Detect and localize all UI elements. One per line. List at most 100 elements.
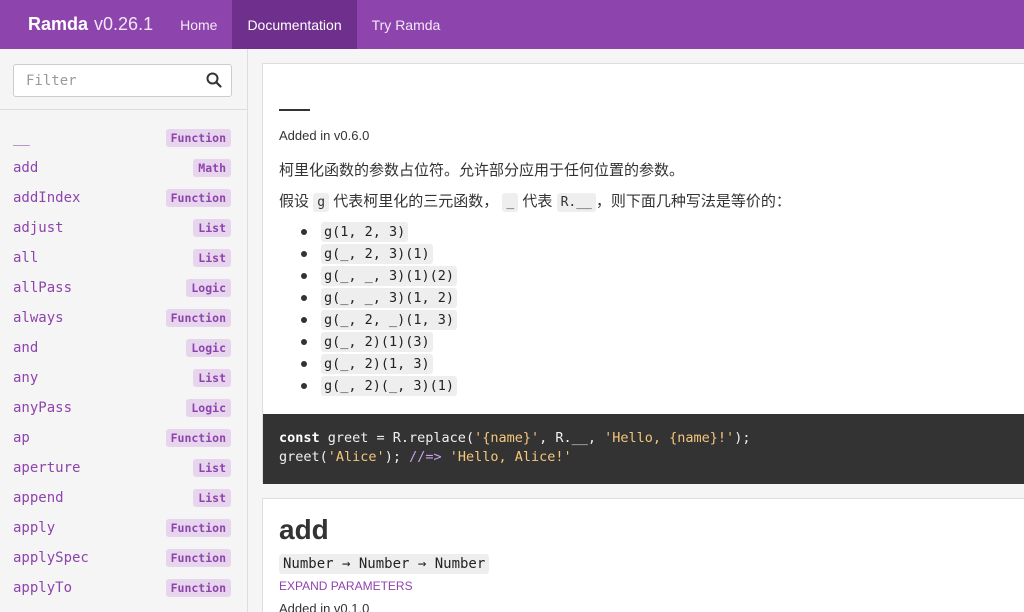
sidebar-item-name: adjust (13, 220, 64, 236)
brand-link[interactable]: Ramda v0.26.1 (0, 0, 165, 49)
sidebar-item-name: ap (13, 430, 30, 446)
bullet-icon (301, 251, 307, 257)
code-example: const greet = R.replace('{name}', R.__, … (263, 414, 1024, 484)
sidebar-divider (0, 109, 247, 110)
sidebar-item-name: apply (13, 520, 56, 536)
example-item: g(_, _, 3)(1)(2) (301, 265, 1024, 287)
nav-documentation-link[interactable]: Documentation (232, 0, 357, 49)
example-code: g(1, 2, 3) (321, 222, 409, 242)
bullet-icon (301, 339, 307, 345)
code-underscore: _ (502, 193, 519, 212)
bullet-icon (301, 273, 307, 279)
top-navbar: Ramda v0.26.1 Home Documentation Try Ram… (0, 0, 1024, 49)
example-code: g(_, _, 3)(1)(2) (321, 266, 458, 286)
sidebar-item-name: add (13, 160, 39, 176)
example-item: g(_, _, 3)(1, 2) (301, 287, 1024, 309)
example-code: g(_, 2)(1, 3) (321, 354, 433, 374)
category-badge: Function (165, 579, 231, 597)
sidebar-item-apply[interactable]: apply Function (0, 513, 247, 543)
sidebar-item-name: allPass (13, 280, 73, 296)
sidebar-item-all[interactable]: all List (0, 243, 247, 273)
example-code: g(_, 2, _)(1, 3) (321, 310, 458, 330)
type-signature: Number → Number → Number (279, 554, 490, 574)
code-placeholder: R.__ (556, 193, 596, 212)
entry-placeholder-card: Added in v0.6.0 柯里化函数的参数占位符。允许部分应用于任何位置的… (262, 63, 1024, 484)
sidebar-item-always[interactable]: always Function (0, 303, 247, 333)
sidebar-item-name: all (13, 250, 39, 266)
nav-try-ramda-link[interactable]: Try Ramda (357, 0, 456, 49)
example-item: g(_, 2)(1)(3) (301, 331, 1024, 353)
entry-title: add (279, 514, 329, 545)
brand-version: v0.26.1 (94, 14, 154, 34)
entry-description-equivalence: 假设 g 代表柯里化的三元函数， _ 代表 R.__ ，则下面几种写法是等价的： (279, 193, 791, 212)
category-badge: List (193, 249, 231, 267)
bullet-icon (301, 295, 307, 301)
expand-parameters-link[interactable]: EXPAND PARAMETERS (279, 579, 1024, 593)
category-badge: List (193, 369, 231, 387)
sidebar-item-adjust[interactable]: adjust List (0, 213, 247, 243)
example-code: g(_, 2)(1)(3) (321, 332, 433, 352)
category-badge: Function (165, 189, 231, 207)
category-badge: List (193, 489, 231, 507)
sidebar-item-name: append (13, 490, 64, 506)
entry-title-placeholder (279, 109, 310, 111)
sidebar-item-name: addIndex (13, 190, 81, 206)
example-item: g(_, 2, _)(1, 3) (301, 309, 1024, 331)
added-version: Added in v0.6.0 (279, 128, 370, 143)
example-item: g(_, 2)(_, 3)(1) (301, 375, 1024, 397)
sidebar-item-name: aperture (13, 460, 81, 476)
main-content: Added in v0.6.0 柯里化函数的参数占位符。允许部分应用于任何位置的… (248, 49, 1024, 612)
sidebar-item-name: any (13, 370, 39, 386)
entry-add-card: add Number → Number → Number EXPAND PARA… (262, 498, 1024, 612)
category-badge: Function (165, 519, 231, 537)
code-g: g (313, 193, 330, 212)
category-badge: List (193, 219, 231, 237)
sidebar-item-anypass[interactable]: anyPass Logic (0, 393, 247, 423)
sidebar-item-addindex[interactable]: addIndex Function (0, 183, 247, 213)
sidebar-item-name: and (13, 340, 39, 356)
sidebar-item-aperture[interactable]: aperture List (0, 453, 247, 483)
added-version: Added in v0.1.0 (279, 601, 370, 612)
category-badge: Function (165, 429, 231, 447)
function-list: __ Function add Math addIndex Function adjust L… (0, 123, 247, 603)
nav-home-link[interactable]: Home (165, 0, 232, 49)
category-badge: Logic (186, 279, 231, 297)
sidebar-item-ap[interactable]: ap Function (0, 423, 247, 453)
example-item: g(_, 2)(1, 3) (301, 353, 1024, 375)
category-badge: List (193, 459, 231, 477)
filter-box (13, 64, 232, 97)
bullet-icon (301, 317, 307, 323)
example-code: g(_, 2, 3)(1) (321, 244, 433, 264)
sidebar-item-applyspec[interactable]: applySpec Function (0, 543, 247, 573)
sidebar-item-and[interactable]: and Logic (0, 333, 247, 363)
example-item: g(_, 2, 3)(1) (301, 243, 1024, 265)
sidebar-item-append[interactable]: append List (0, 483, 247, 513)
brand-name: Ramda (28, 14, 89, 34)
filter-input[interactable] (13, 64, 232, 97)
bullet-icon (301, 229, 307, 235)
sidebar-item-any[interactable]: any List (0, 363, 247, 393)
category-badge: Logic (186, 399, 231, 417)
category-badge: Function (165, 129, 231, 147)
sidebar: __ Function add Math addIndex Function adjust L… (0, 49, 248, 612)
sidebar-item-applyto[interactable]: applyTo Function (0, 573, 247, 603)
category-badge: Logic (186, 339, 231, 357)
sidebar-item-add[interactable]: add Math (0, 153, 247, 183)
entry-description: 柯里化函数的参数占位符。允许部分应用于任何位置的参数。 (279, 162, 685, 179)
search-icon[interactable] (206, 72, 222, 88)
example-code: g(_, 2)(_, 3)(1) (321, 376, 458, 396)
sidebar-item-placeholder[interactable]: __ Function (0, 123, 247, 153)
example-list: g(1, 2, 3) g(_, 2, 3)(1) g(_, _, 3)(1)(2) g… (301, 221, 1024, 397)
bullet-icon (301, 383, 307, 389)
bullet-icon (301, 361, 307, 367)
sidebar-item-name: always (13, 310, 64, 326)
sidebar-item-name: applySpec (13, 550, 89, 566)
example-item: g(1, 2, 3) (301, 221, 1024, 243)
sidebar-item-name: applyTo (13, 580, 73, 596)
sidebar-item-name: __ (13, 130, 30, 146)
category-badge: Function (165, 309, 231, 327)
sidebar-item-name: anyPass (13, 400, 73, 416)
sidebar-item-allpass[interactable]: allPass Logic (0, 273, 247, 303)
category-badge: Function (165, 549, 231, 567)
category-badge: Math (193, 159, 231, 177)
